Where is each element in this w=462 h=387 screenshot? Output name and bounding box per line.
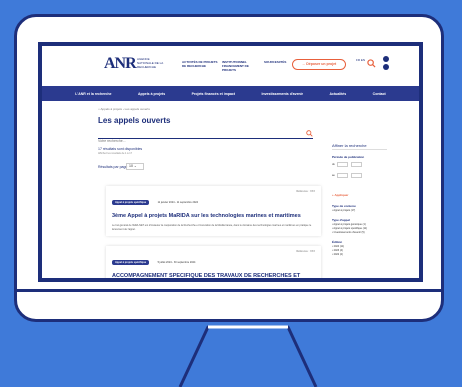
main-navbar: L'ANR et la recherche Appels à projets P… (42, 86, 419, 101)
filter-option[interactable]: • 2022 (2) (332, 253, 343, 257)
per-page-select[interactable]: 10 ⌄ (126, 163, 144, 170)
call-card[interactable]: Appel à projets spécifique 5 juillet 202… (106, 246, 321, 278)
filter-option[interactable]: • Investissements d'avenir (5) (332, 231, 365, 235)
date-from-month[interactable] (351, 162, 363, 167)
per-page-label: Résultats par page (98, 165, 128, 169)
nav-item-projets[interactable]: Projets financés et impact (192, 92, 235, 96)
nav-item-contact[interactable]: Contact (373, 92, 386, 96)
call-reference: Référence : XXX (296, 190, 315, 193)
logo[interactable]: ANR (104, 55, 137, 73)
date-to-row: au (332, 173, 363, 178)
date-from-label: du (332, 163, 335, 167)
monitor-chin-divider (17, 289, 441, 292)
monitor-illustration: ANR AGENCE NATIONALE DE LA RECHERCHE ACT… (14, 14, 444, 322)
nav-item-anr[interactable]: L'ANR et la recherche (75, 92, 111, 96)
search-field (98, 129, 313, 143)
date-to-day[interactable] (337, 173, 349, 178)
language-switcher[interactable]: FR EN (356, 58, 365, 62)
monitor-stand-illustration (178, 325, 318, 387)
filter-edition-heading: Édition (332, 240, 343, 244)
filter-publication-heading: Période de publication (332, 155, 365, 159)
date-from-row: du (332, 162, 363, 167)
call-dates: 5 juillet 2024 - 30 septembre 2024 (157, 261, 196, 264)
top-nav-item-activites[interactable]: ACTIVITÉS DE PROJETS DE RECHERCHE (182, 60, 220, 68)
call-title[interactable]: ACCOMPAGNEMENT SPECIFIQUE DES TRAVAUX DE… (112, 273, 315, 278)
date-to-month[interactable] (351, 173, 363, 178)
search-submit-icon[interactable] (306, 130, 313, 137)
call-type-badge: Appel à projets spécifique (112, 200, 150, 205)
call-dates: 11 janvier 2024 - 11 septembre 2024 (157, 201, 199, 204)
results-subtext: Affichez les résultats de 1 à 17 (98, 152, 133, 155)
call-reference: Référence : XXX (296, 250, 315, 253)
deposit-project-button[interactable]: → Déposer un projet (292, 59, 346, 70)
breadcrumb[interactable]: ⌂ Appels à projets › Les appels ouverts (98, 107, 150, 111)
logo-subtitle: AGENCE NATIONALE DE LA RECHERCHE (137, 57, 164, 69)
search-input[interactable] (98, 139, 298, 143)
per-page-value: 10 (129, 164, 133, 168)
nav-item-appels[interactable]: Appels à projets (138, 92, 165, 96)
screen: ANR AGENCE NATIONALE DE LA RECHERCHE ACT… (38, 42, 423, 282)
filter-call-type-heading: Type d'appel (332, 218, 350, 222)
nav-item-actualites[interactable]: Actualités (329, 92, 346, 96)
call-card[interactable]: Appel à projets spécifique 11 janvier 20… (106, 186, 321, 236)
filter-content-type-heading: Type de contenu (332, 204, 356, 208)
sidebar-title: Affiner la recherche (332, 143, 367, 148)
page-title: Les appels ouverts (98, 116, 171, 125)
date-to-label: au (332, 174, 335, 178)
search-icon[interactable] (367, 59, 376, 68)
call-description: Le but général de l'ERA-NET est d'instau… (112, 224, 312, 231)
call-type-badge: Appel à projets spécifique (112, 260, 150, 265)
menu-icon[interactable] (382, 55, 390, 71)
nav-item-investissements[interactable]: Investissements d'avenir (262, 92, 304, 96)
call-title[interactable]: 3ème Appel à projets MaRIDA sur les tech… (112, 213, 315, 220)
date-from-day[interactable] (337, 162, 349, 167)
apply-filter-button[interactable]: + Appliquer (332, 193, 348, 197)
filter-option[interactable]: • Appel à projets (17) (332, 209, 355, 213)
sidebar-divider (332, 149, 387, 150)
site-header: ANR AGENCE NATIONALE DE LA RECHERCHE ACT… (42, 46, 419, 86)
top-nav-item-institutionnel[interactable]: INSTITUTIONNEL FINANCEMENT DE PROJETS (222, 60, 260, 72)
